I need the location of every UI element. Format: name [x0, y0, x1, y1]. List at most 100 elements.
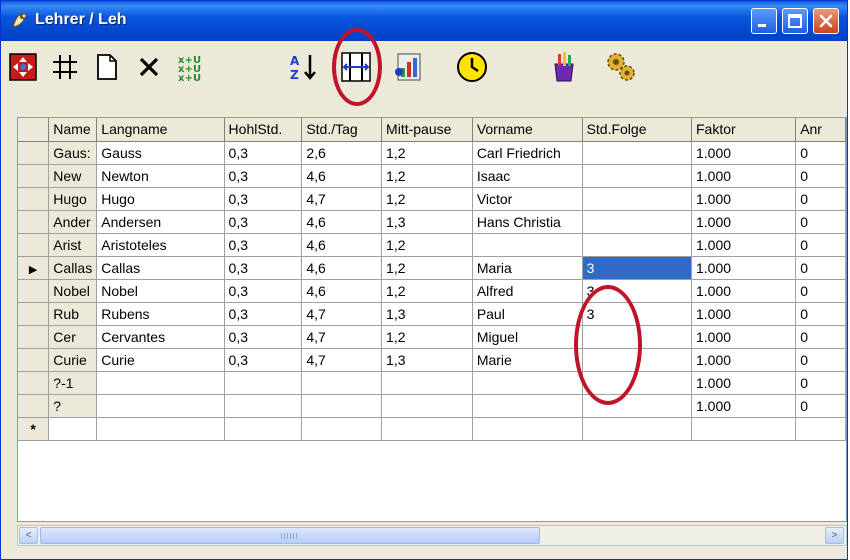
- table-cell[interactable]: [582, 141, 692, 165]
- column-header[interactable]: HohlStd.: [224, 118, 303, 142]
- table-row[interactable]: Cer Cervantes 0,3 4,7 1,2 Miguel 1.000 0: [18, 325, 846, 349]
- row-indicator[interactable]: [18, 302, 50, 326]
- scroll-right-button[interactable]: >: [825, 527, 844, 544]
- table-cell[interactable]: 0,3: [224, 233, 303, 257]
- table-cell[interactable]: 1,2: [381, 233, 473, 257]
- table-cell[interactable]: 0,3: [224, 325, 303, 349]
- table-cell[interactable]: Miguel: [472, 325, 583, 349]
- table-cell[interactable]: Callas: [48, 256, 98, 280]
- table-cell[interactable]: Nobel: [48, 279, 98, 303]
- table-cell[interactable]: Paul: [472, 302, 583, 326]
- table-cell[interactable]: Marie: [472, 348, 583, 372]
- minimize-button[interactable]: [751, 8, 777, 34]
- table-cell[interactable]: 0: [795, 394, 846, 418]
- table-cell[interactable]: 1.000: [691, 394, 797, 418]
- delete-button[interactable]: [129, 47, 169, 87]
- table-cell[interactable]: ?: [48, 394, 98, 418]
- table-cell[interactable]: 0: [795, 371, 846, 395]
- table-cell[interactable]: 4,6: [301, 279, 383, 303]
- column-header[interactable]: Name: [48, 118, 98, 142]
- table-cell[interactable]: Rubens: [96, 302, 225, 326]
- table-row[interactable]: New Newton 0,3 4,6 1,2 Isaac 1.000 0: [18, 164, 846, 188]
- table-cell[interactable]: [381, 371, 473, 395]
- table-cell[interactable]: 0,3: [224, 302, 303, 326]
- table-cell[interactable]: Newton: [96, 164, 225, 188]
- table-cell[interactable]: 1,2: [381, 256, 473, 280]
- table-cell[interactable]: 1.000: [691, 371, 797, 395]
- table-cell[interactable]: Ander: [48, 210, 98, 234]
- table-cell[interactable]: [582, 417, 692, 441]
- table-cell[interactable]: 0: [795, 279, 846, 303]
- table-row[interactable]: Nobel Nobel 0,3 4,6 1,2 Alfred 3 1.000 0: [18, 279, 846, 303]
- sort-fields-button[interactable]: x+ x+ x+ U U U: [171, 47, 211, 87]
- table-cell[interactable]: 4,6: [301, 210, 383, 234]
- sort-az-button[interactable]: A Z: [285, 47, 325, 87]
- table-cell[interactable]: [224, 417, 303, 441]
- table-row[interactable]: Gaus: Gauss 0,3 2,6 1,2 Carl Friedrich 1.000 0: [18, 141, 846, 165]
- table-cell[interactable]: Nobel: [96, 279, 225, 303]
- table-cell[interactable]: [96, 371, 225, 395]
- close-button[interactable]: [813, 8, 839, 34]
- table-cell[interactable]: Rub: [48, 302, 98, 326]
- table-cell[interactable]: 0: [795, 187, 846, 211]
- scroll-thumb[interactable]: [40, 527, 540, 544]
- table-cell[interactable]: 1.000: [691, 164, 797, 188]
- chart-button[interactable]: [389, 47, 429, 87]
- table-cell[interactable]: 1,2: [381, 279, 473, 303]
- table-cell[interactable]: 1,3: [381, 348, 473, 372]
- table-cell[interactable]: 0: [795, 256, 846, 280]
- table-cell[interactable]: [582, 164, 692, 188]
- table-cell[interactable]: 1,2: [381, 141, 473, 165]
- table-cell[interactable]: Victor: [472, 187, 583, 211]
- column-header[interactable]: Mitt-pause: [381, 118, 473, 142]
- table-row[interactable]: ▶ Callas Callas 0,3 4,6 1,2 Maria 3 1.000 0: [18, 256, 846, 280]
- table-cell[interactable]: 0,3: [224, 210, 303, 234]
- title-bar[interactable]: Lehrer / Leh: [1, 1, 847, 41]
- clock-button[interactable]: [452, 47, 492, 87]
- table-cell[interactable]: 1.000: [691, 141, 797, 165]
- table-cell[interactable]: [224, 371, 303, 395]
- table-cell[interactable]: Gaus:: [48, 141, 98, 165]
- table-cell[interactable]: 1,3: [381, 302, 473, 326]
- table-cell[interactable]: 3: [582, 256, 692, 280]
- table-cell[interactable]: 4,7: [301, 325, 383, 349]
- table-cell[interactable]: New: [48, 164, 98, 188]
- table-cell[interactable]: Cer: [48, 325, 98, 349]
- table-cell[interactable]: ?-1: [48, 371, 98, 395]
- table-cell[interactable]: [301, 371, 383, 395]
- table-cell[interactable]: [472, 371, 583, 395]
- row-indicator[interactable]: [18, 233, 50, 257]
- table-cell[interactable]: [381, 417, 473, 441]
- table-cell[interactable]: [224, 394, 303, 418]
- table-cell[interactable]: [96, 394, 225, 418]
- grid-view-button[interactable]: [45, 47, 85, 87]
- table-cell[interactable]: Hugo: [48, 187, 98, 211]
- table-cell[interactable]: 1,2: [381, 325, 473, 349]
- table-cell[interactable]: [301, 394, 383, 418]
- table-cell[interactable]: Hugo: [96, 187, 225, 211]
- table-row[interactable]: Arist Aristoteles 0,3 4,6 1,2 1.000 0: [18, 233, 846, 257]
- table-cell[interactable]: 1.000: [691, 210, 797, 234]
- table-cell[interactable]: 0: [795, 325, 846, 349]
- table-row[interactable]: Hugo Hugo 0,3 4,7 1,2 Victor 1.000 0: [18, 187, 846, 211]
- table-row[interactable]: ? 1.000 0: [18, 394, 846, 418]
- table-cell[interactable]: [582, 187, 692, 211]
- row-indicator[interactable]: [18, 210, 50, 234]
- table-cell[interactable]: 1.000: [691, 348, 797, 372]
- table-cell[interactable]: [48, 417, 98, 441]
- table-cell[interactable]: Gauss: [96, 141, 225, 165]
- column-header[interactable]: Anr: [795, 118, 846, 142]
- table-cell[interactable]: 0,3: [224, 348, 303, 372]
- horizontal-scrollbar[interactable]: < >: [17, 525, 847, 546]
- row-indicator[interactable]: [18, 187, 50, 211]
- table-row[interactable]: Rub Rubens 0,3 4,7 1,3 Paul 3 1.000 0: [18, 302, 846, 326]
- column-header[interactable]: Std./Tag: [301, 118, 383, 142]
- table-cell[interactable]: 0: [795, 348, 846, 372]
- table-cell[interactable]: 2,6: [301, 141, 383, 165]
- table-cell[interactable]: 0: [795, 164, 846, 188]
- table-cell[interactable]: Curie: [96, 348, 225, 372]
- row-indicator[interactable]: [18, 371, 50, 395]
- table-cell[interactable]: 4,6: [301, 164, 383, 188]
- table-cell[interactable]: 0,3: [224, 187, 303, 211]
- table-cell[interactable]: 1.000: [691, 325, 797, 349]
